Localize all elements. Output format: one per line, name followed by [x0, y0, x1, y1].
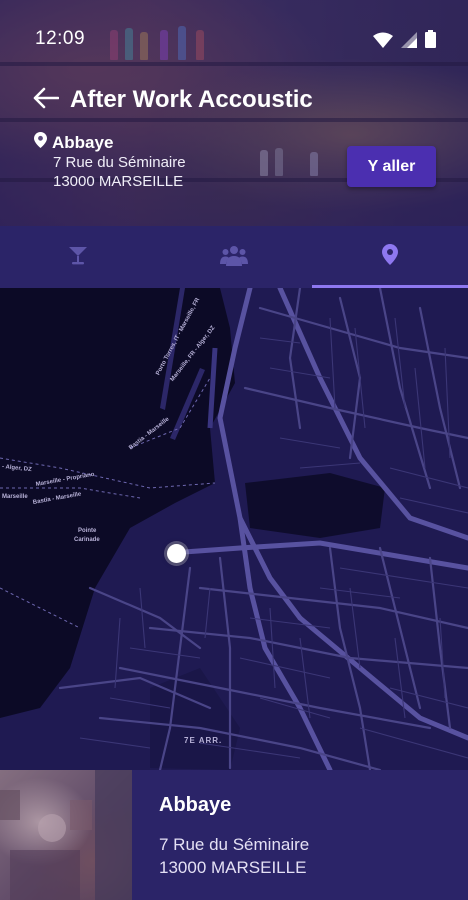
event-header: 12:09 After Work Accoustic Abbaye 7 Rue … [0, 0, 468, 226]
venue-photo [0, 770, 132, 900]
venue-card[interactable]: Abbaye 7 Rue du Séminaire 13000 MARSEILL… [0, 770, 468, 900]
group-icon [220, 244, 248, 271]
status-time: 12:09 [35, 28, 86, 49]
venue-info: Abbaye 7 Rue du Séminaire 13000 MARSEILL… [34, 132, 186, 191]
map-label: Marseille [2, 494, 28, 500]
card-address-line2: 13000 MARSEILLE [159, 858, 307, 877]
venue-address-line2: 13000 MARSEILLE [53, 173, 184, 190]
map-view[interactable]: Porto Torres, IT - Marseille, FR Marseil… [0, 288, 468, 770]
page-title: After Work Accoustic [70, 86, 313, 113]
go-button[interactable]: Y aller [347, 146, 436, 187]
tab-attendees[interactable] [156, 226, 312, 288]
location-pin-icon [382, 244, 398, 270]
tab-drinks[interactable] [0, 226, 156, 288]
battery-icon [425, 30, 436, 53]
location-pin-icon [34, 132, 47, 153]
signal-icon [401, 32, 417, 53]
card-address-line1: 7 Rue du Séminaire [159, 835, 310, 854]
wifi-icon [373, 32, 393, 53]
cocktail-icon [67, 244, 89, 271]
status-bar: 12:09 [0, 22, 468, 58]
venue-address-line1: 7 Rue du Séminaire [53, 154, 186, 171]
tab-bar [0, 226, 468, 288]
venue-name: Abbaye [52, 132, 114, 152]
map-canvas [0, 288, 468, 770]
arrow-left-icon [33, 87, 60, 114]
map-label: Pointe [78, 528, 97, 534]
venue-map-marker[interactable] [167, 544, 186, 563]
card-venue-name: Abbaye [159, 794, 232, 816]
back-button[interactable] [30, 84, 62, 116]
map-label: Carinade [74, 537, 100, 543]
tab-location[interactable] [312, 226, 468, 288]
district-label: 7E ARR. [184, 736, 223, 745]
